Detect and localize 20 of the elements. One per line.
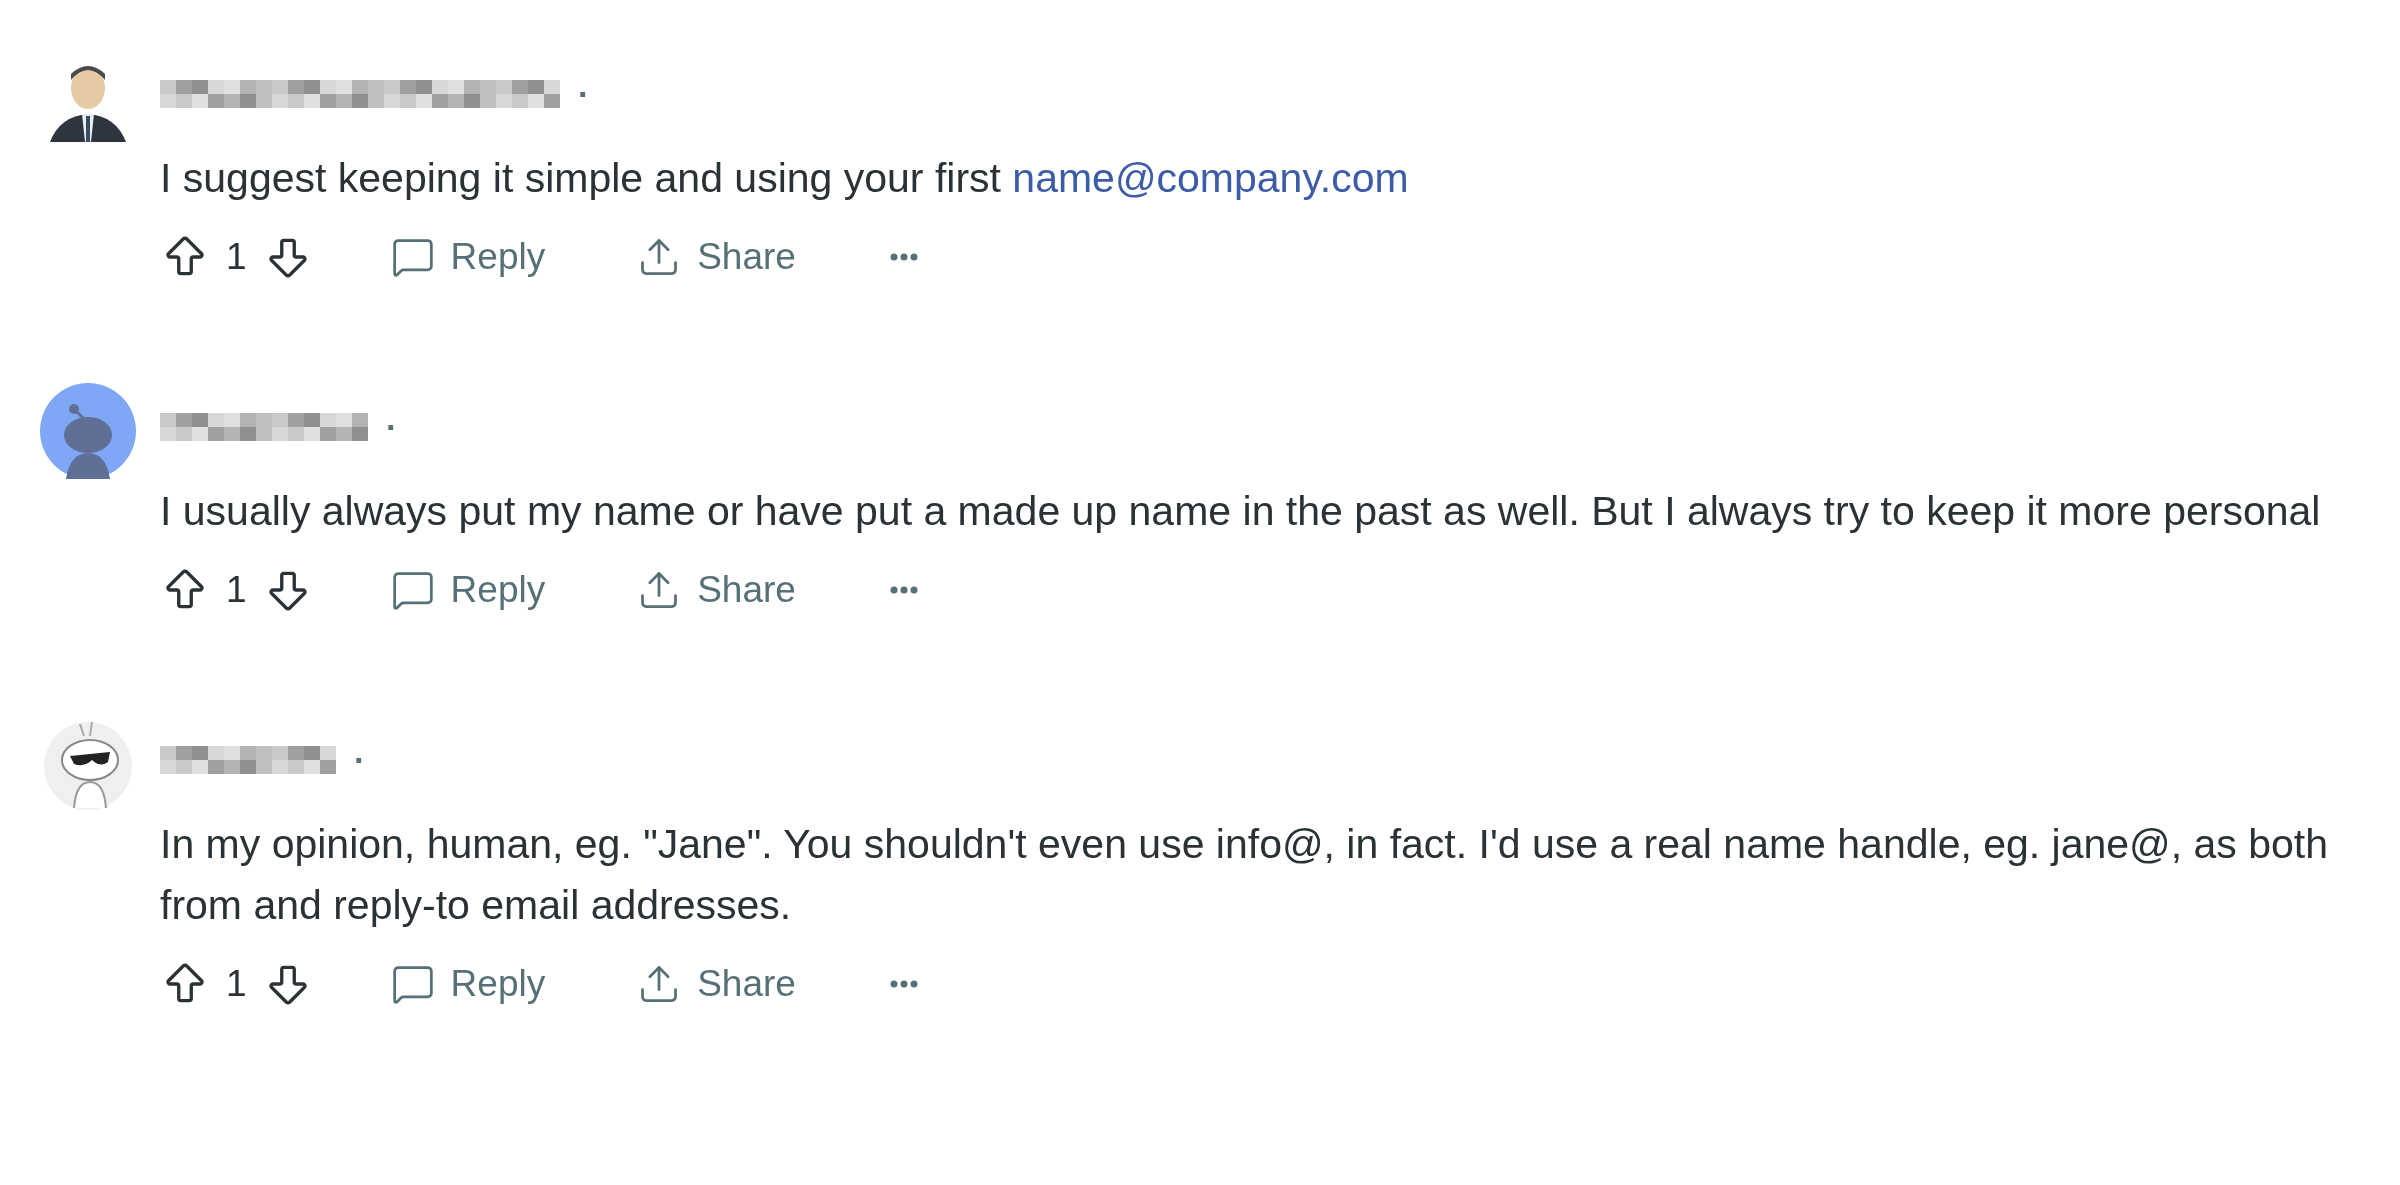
separator-dot: · bbox=[578, 73, 590, 115]
more-icon bbox=[889, 980, 918, 988]
vote-count: 1 bbox=[226, 235, 247, 280]
more-icon bbox=[889, 586, 918, 594]
reply-button[interactable]: Reply bbox=[390, 956, 546, 1012]
share-button[interactable]: Share bbox=[637, 562, 796, 618]
comment-text: In my opinion, human, eg. "Jane". You shouldn't even use info@, in fact. I'd use a real name handle, eg. jane@, as both from and reply-to email addresses. bbox=[160, 820, 2329, 930]
separator-dot: · bbox=[354, 739, 366, 781]
avatar-icon bbox=[40, 383, 136, 479]
separator-dot: · bbox=[386, 406, 398, 448]
reply-button[interactable]: Reply bbox=[390, 229, 546, 285]
more-icon bbox=[889, 253, 918, 261]
comment-text: I suggest keeping it simple and using your first name@company.com bbox=[160, 154, 1410, 203]
vote-count: 1 bbox=[226, 962, 247, 1007]
comment-text: I usually always put my name or have put a made up name in the past as well. But I always try to keep it more personal bbox=[160, 487, 2322, 536]
share-button[interactable]: Share bbox=[637, 229, 796, 285]
share-button[interactable]: Share bbox=[637, 956, 796, 1012]
vote-count: 1 bbox=[226, 568, 247, 613]
reply-button[interactable]: Reply bbox=[390, 562, 546, 618]
email-link[interactable]: name@company.com bbox=[1012, 155, 1409, 201]
